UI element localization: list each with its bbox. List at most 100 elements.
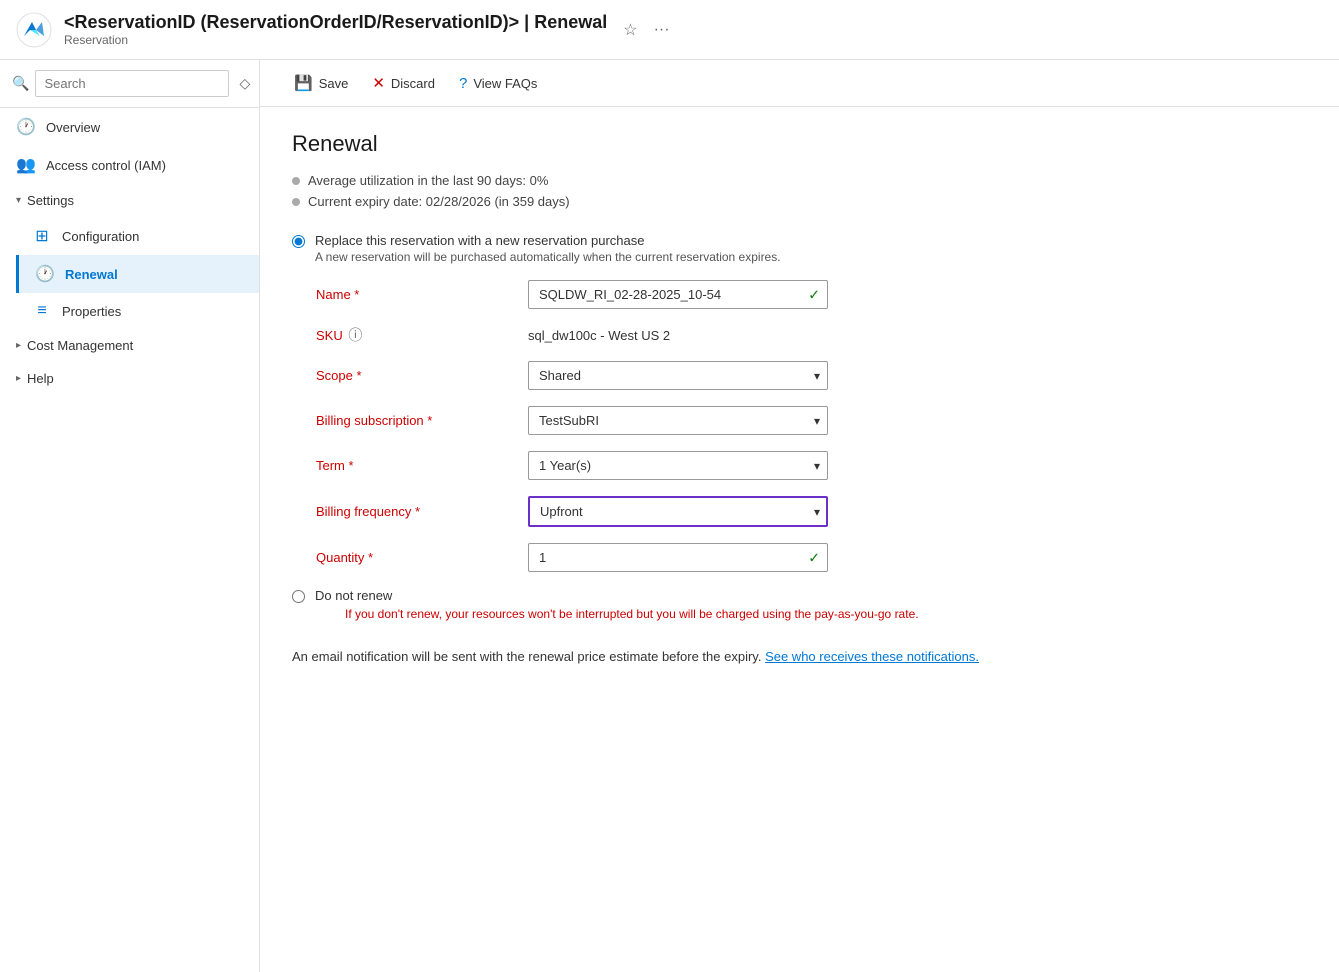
sidebar-item-renewal[interactable]: 🕐 Renewal — [16, 255, 259, 293]
sku-value: sql_dw100c - West US 2 — [528, 328, 670, 343]
sidebar: 🔍 ◇ 《 🕐 Overview 👥 Access control (IAM) … — [0, 60, 260, 972]
billing-frequency-select[interactable]: Upfront Monthly — [528, 496, 828, 527]
form-section: Replace this reservation with a new rese… — [292, 233, 1307, 664]
billing-sub-required-star: * — [427, 413, 432, 428]
search-input[interactable] — [35, 70, 229, 97]
quantity-input-wrapper: ✓ — [528, 543, 828, 572]
replace-option-label[interactable]: Replace this reservation with a new rese… — [315, 233, 645, 248]
faq-icon: ? — [459, 75, 467, 92]
billing-subscription-label-text: Billing subscription — [316, 413, 427, 428]
form-label-billing-frequency: Billing frequency * — [316, 504, 516, 519]
name-label-text: Name — [316, 287, 354, 302]
sidebar-section-help-label: Help — [27, 371, 54, 386]
replace-option: Replace this reservation with a new rese… — [292, 233, 1307, 264]
sidebar-section-settings-label: Settings — [27, 193, 74, 208]
form-row-billing-frequency: Billing frequency * Upfront Monthly ▾ — [316, 496, 1307, 527]
name-required-star: * — [354, 287, 359, 302]
sidebar-item-iam[interactable]: 👥 Access control (IAM) — [0, 146, 259, 184]
iam-icon: 👥 — [16, 155, 36, 175]
name-input[interactable] — [528, 280, 828, 309]
scope-select-wrapper: Shared Single subscription ▾ — [528, 361, 828, 390]
billing-freq-required-star: * — [415, 504, 420, 519]
azure-logo — [16, 12, 52, 48]
sku-label-text: SKU — [316, 328, 346, 343]
form-label-scope: Scope * — [316, 368, 516, 383]
sidebar-settings-children: ⊞ Configuration 🕐 Renewal ≡ Properties — [0, 217, 259, 329]
sidebar-item-renewal-label: Renewal — [65, 267, 118, 282]
nav-settings-btn[interactable]: ◇ — [235, 72, 254, 96]
email-notice-link[interactable]: See who receives these notifications. — [765, 649, 979, 664]
favorite-button[interactable]: ☆ — [619, 16, 641, 44]
settings-chevron-icon: ▾ — [16, 195, 21, 206]
do-not-renew-desc: If you don't renew, your resources won't… — [345, 607, 919, 621]
name-input-wrapper: ✓ — [528, 280, 828, 309]
do-not-renew-option: Do not renew If you don't renew, your re… — [292, 588, 1307, 621]
info-row-expiry: Current expiry date: 02/28/2026 (in 359 … — [292, 194, 1307, 209]
info-dot-1 — [292, 177, 300, 185]
term-label-text: Term — [316, 458, 349, 473]
sidebar-section-settings[interactable]: ▾ Settings — [0, 184, 259, 217]
billing-subscription-select-wrapper: TestSubRI ▾ — [528, 406, 828, 435]
page-header-subtitle: Reservation — [64, 33, 607, 47]
form-fields: Name * ✓ SKU ⓘ sql_dw100c - Wes — [316, 280, 1307, 572]
save-button[interactable]: 💾 Save — [284, 68, 358, 98]
form-row-term: Term * 1 Year(s) 3 Year(s) ▾ — [316, 451, 1307, 480]
form-row-name: Name * ✓ — [316, 280, 1307, 309]
term-select[interactable]: 1 Year(s) 3 Year(s) — [528, 451, 828, 480]
discard-button[interactable]: ✕ Discard — [362, 68, 445, 98]
sidebar-item-properties[interactable]: ≡ Properties — [16, 293, 259, 329]
info-utilization-text: Average utilization in the last 90 days:… — [308, 173, 548, 188]
sidebar-item-overview[interactable]: 🕐 Overview — [0, 108, 259, 146]
main-layout: 🔍 ◇ 《 🕐 Overview 👥 Access control (IAM) … — [0, 60, 1339, 972]
email-notice: An email notification will be sent with … — [292, 649, 1307, 664]
form-row-billing-subscription: Billing subscription * TestSubRI ▾ — [316, 406, 1307, 435]
header-actions: ☆ ··· — [619, 16, 673, 44]
term-select-wrapper: 1 Year(s) 3 Year(s) ▾ — [528, 451, 828, 480]
form-label-name: Name * — [316, 287, 516, 302]
do-not-renew-radio-button[interactable] — [292, 590, 305, 603]
clock-icon: 🕐 — [16, 117, 36, 137]
scope-select[interactable]: Shared Single subscription — [528, 361, 828, 390]
scope-required-star: * — [356, 368, 361, 383]
sku-info-button[interactable]: ⓘ — [346, 325, 364, 345]
page-title: Renewal — [292, 131, 1307, 157]
sidebar-item-configuration[interactable]: ⊞ Configuration — [16, 217, 259, 255]
properties-icon: ≡ — [32, 302, 52, 320]
sidebar-section-cost-management-label: Cost Management — [27, 338, 133, 353]
save-icon: 💾 — [294, 74, 313, 92]
billing-subscription-select[interactable]: TestSubRI — [528, 406, 828, 435]
search-icon: 🔍 — [12, 75, 29, 92]
email-notice-text: An email notification will be sent with … — [292, 649, 761, 664]
billing-frequency-label-text: Billing frequency — [316, 504, 415, 519]
top-header: <ReservationID (ReservationOrderID/Reser… — [0, 0, 1339, 60]
save-label: Save — [319, 76, 349, 91]
quantity-label-text: Quantity — [316, 550, 368, 565]
page-header-title: <ReservationID (ReservationOrderID/Reser… — [64, 12, 607, 33]
form-label-term: Term * — [316, 458, 516, 473]
sidebar-section-cost-management[interactable]: ▸ Cost Management — [0, 329, 259, 362]
form-label-billing-subscription: Billing subscription * — [316, 413, 516, 428]
content-area: 💾 Save ✕ Discard ? View FAQs Renewal Ave… — [260, 60, 1339, 972]
quantity-input[interactable] — [528, 543, 828, 572]
toolbar: 💾 Save ✕ Discard ? View FAQs — [260, 60, 1339, 107]
more-options-button[interactable]: ··· — [650, 17, 674, 43]
billing-frequency-select-wrapper: Upfront Monthly ▾ — [528, 496, 828, 527]
form-row-quantity: Quantity * ✓ — [316, 543, 1307, 572]
info-dot-2 — [292, 198, 300, 206]
sidebar-item-iam-label: Access control (IAM) — [46, 158, 166, 173]
page-content: Renewal Average utilization in the last … — [260, 107, 1339, 972]
cost-management-chevron-icon: ▸ — [16, 340, 21, 351]
help-chevron-icon: ▸ — [16, 373, 21, 384]
discard-icon: ✕ — [372, 74, 385, 92]
quantity-required-star: * — [368, 550, 373, 565]
sidebar-item-overview-label: Overview — [46, 120, 100, 135]
info-row-utilization: Average utilization in the last 90 days:… — [292, 173, 1307, 188]
sidebar-item-configuration-label: Configuration — [62, 229, 139, 244]
do-not-renew-label[interactable]: Do not renew — [315, 588, 392, 603]
sidebar-section-help[interactable]: ▸ Help — [0, 362, 259, 395]
replace-radio-button[interactable] — [292, 235, 305, 248]
replace-option-desc: A new reservation will be purchased auto… — [315, 250, 781, 264]
sidebar-item-properties-label: Properties — [62, 304, 121, 319]
form-row-scope: Scope * Shared Single subscription ▾ — [316, 361, 1307, 390]
view-faqs-button[interactable]: ? View FAQs — [449, 69, 547, 98]
